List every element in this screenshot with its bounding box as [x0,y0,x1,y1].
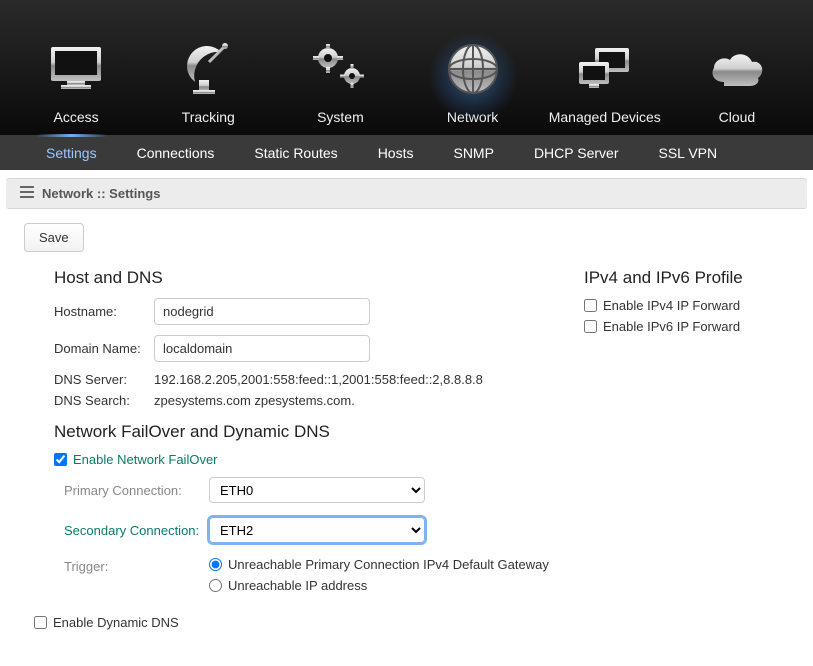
secondary-connection-select[interactable]: ETH2 [209,517,425,543]
trigger-radio-gateway[interactable] [209,558,222,571]
primary-connection-select[interactable]: ETH0 [209,477,425,503]
host-dns-heading: Host and DNS [54,268,584,288]
dns-search-label: DNS Search: [54,393,154,408]
devices-icon [575,39,635,99]
subnav-ssl-vpn[interactable]: SSL VPN [638,135,737,170]
dns-server-label: DNS Server: [54,372,154,387]
dns-search-value: zpesystems.com zpesystems.com. [154,393,355,408]
topnav-managed-devices[interactable]: Managed Devices [539,39,671,125]
monitor-icon [49,39,103,99]
content: Save Host and DNS Hostname: Domain Name:… [0,209,813,666]
breadcrumb-bar: Network :: Settings [6,178,807,209]
secondary-connection-label: Secondary Connection: [64,523,209,538]
save-button[interactable]: Save [24,223,84,252]
satellite-dish-icon [181,39,235,99]
menu-icon[interactable] [20,186,34,201]
ipv6-forward-checkbox[interactable] [584,320,597,333]
trigger-radio-ip[interactable] [209,579,222,592]
gears-icon [312,39,368,99]
breadcrumb-text: Network :: Settings [42,186,160,201]
topnav-label: Network [447,109,498,125]
topnav-system[interactable]: System [274,39,406,125]
sub-nav: Settings Connections Static Routes Hosts… [0,135,813,170]
topnav-tracking[interactable]: Tracking [142,39,274,125]
trigger-option-gateway: Unreachable Primary Connection IPv4 Defa… [228,557,549,572]
enable-dyndns-label: Enable Dynamic DNS [53,615,179,630]
trigger-option-ip: Unreachable IP address [228,578,367,593]
domain-name-label: Domain Name: [54,341,154,356]
top-nav: Access Tracking [0,0,813,135]
topnav-label: System [317,109,364,125]
subnav-snmp[interactable]: SNMP [433,135,513,170]
subnav-static-routes[interactable]: Static Routes [234,135,357,170]
enable-failover-checkbox[interactable] [54,453,67,466]
cloud-icon [706,39,768,99]
subnav-dhcp-server[interactable]: DHCP Server [514,135,639,170]
hostname-input[interactable] [154,298,370,325]
hostname-label: Hostname: [54,304,154,319]
ipv-profile-heading: IPv4 and IPv6 Profile [584,268,789,288]
topnav-label: Managed Devices [549,109,661,125]
failover-heading: Network FailOver and Dynamic DNS [54,422,584,442]
topnav-access[interactable]: Access [10,39,142,125]
globe-icon [445,39,501,99]
domain-name-input[interactable] [154,335,370,362]
subnav-settings[interactable]: Settings [26,135,117,170]
topnav-network[interactable]: Network [407,39,539,125]
topnav-cloud[interactable]: Cloud [671,39,803,125]
trigger-label: Trigger: [64,557,209,599]
ipv4-forward-checkbox[interactable] [584,299,597,312]
subnav-hosts[interactable]: Hosts [358,135,434,170]
ipv6-forward-label: Enable IPv6 IP Forward [603,319,740,334]
topnav-label: Cloud [719,109,756,125]
subnav-connections[interactable]: Connections [117,135,235,170]
primary-connection-label: Primary Connection: [64,483,209,498]
topnav-label: Tracking [182,109,235,125]
topnav-label: Access [54,109,99,125]
enable-dyndns-checkbox[interactable] [34,616,47,629]
dns-server-value: 192.168.2.205,2001:558:feed::1,2001:558:… [154,372,483,387]
ipv4-forward-label: Enable IPv4 IP Forward [603,298,740,313]
enable-failover-label: Enable Network FailOver [73,452,218,467]
